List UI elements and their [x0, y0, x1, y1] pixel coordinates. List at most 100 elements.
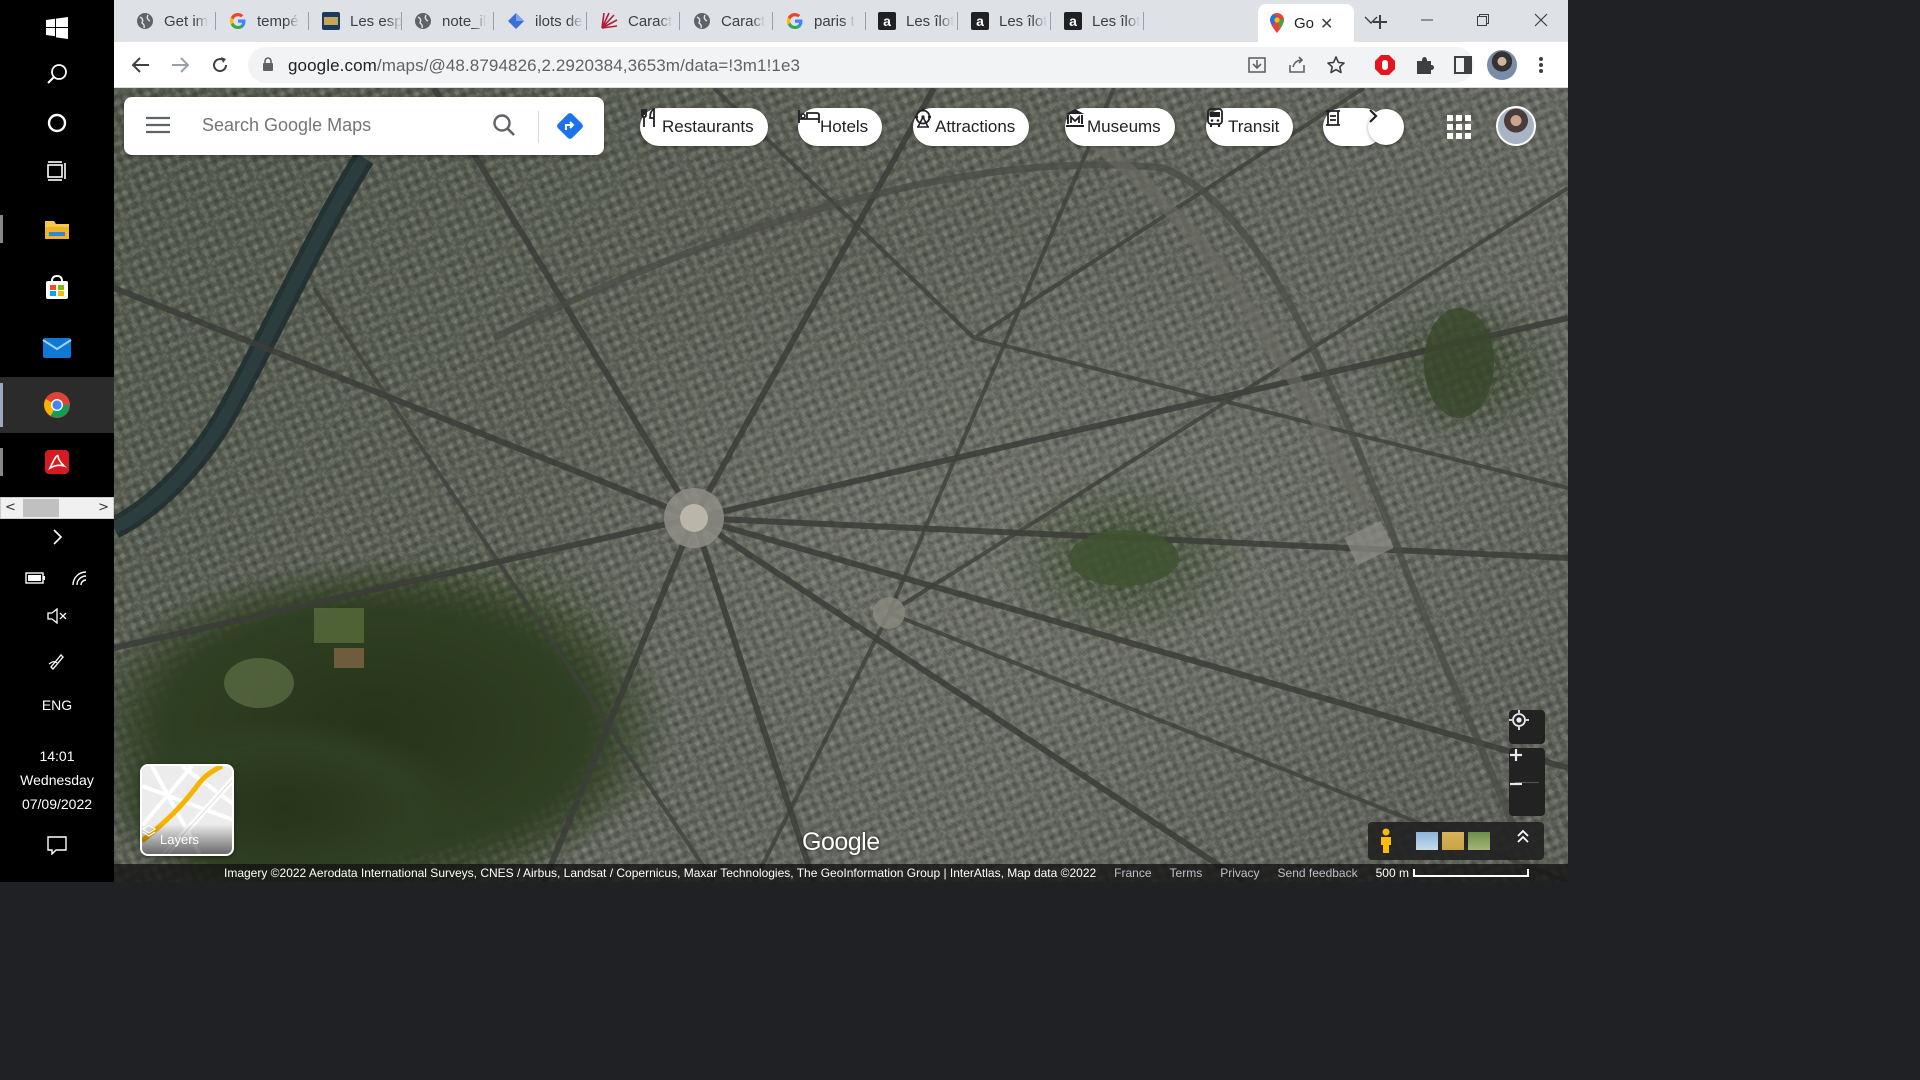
terms-link[interactable]: Terms — [1170, 866, 1203, 880]
acrobat-icon[interactable] — [0, 434, 114, 490]
browser-tab[interactable]: Get im — [126, 6, 216, 36]
map-canvas[interactable]: Restaurants Hotels Attractions Museums Trans… — [114, 88, 1568, 882]
chip-label: Restaurants — [662, 117, 754, 136]
chip-hotels[interactable]: Hotels — [798, 108, 883, 146]
browser-tab[interactable]: tempé — [219, 6, 309, 36]
google-apps-icon[interactable] — [1444, 112, 1474, 142]
chip-museums[interactable]: Museums — [1065, 108, 1175, 146]
tab-title: Les îlot — [1092, 12, 1141, 30]
browser-tab[interactable]: a Les îlot — [961, 6, 1051, 36]
mail-icon[interactable] — [0, 319, 114, 375]
c21-icon — [322, 12, 340, 30]
clock[interactable]: 14:01 Wednesday 07/09/2022 — [0, 744, 114, 816]
imagery-thumbnail[interactable] — [1442, 832, 1464, 850]
task-view-icon[interactable] — [0, 143, 114, 199]
lock-icon[interactable] — [262, 57, 274, 77]
close-tab-icon[interactable]: ✕ — [1320, 14, 1333, 33]
zoom-in-button[interactable] — [1509, 748, 1545, 782]
tab-title: Les îlot — [999, 12, 1048, 30]
close-window-icon[interactable] — [1518, 6, 1564, 34]
tab-title: Get im — [164, 12, 209, 30]
browser-tab[interactable]: a Les îlot — [1054, 6, 1144, 36]
scale-line — [1412, 869, 1529, 877]
minimize-icon[interactable] — [1404, 6, 1450, 34]
clock-date: 07/09/2022 — [21, 796, 93, 812]
browser-tab[interactable]: Caract — [590, 6, 680, 36]
profile-avatar[interactable] — [1487, 50, 1517, 80]
bookmark-star-icon[interactable] — [1325, 54, 1347, 76]
chrome-icon[interactable] — [0, 377, 114, 433]
taskbar-scrollbar[interactable]: < > — [0, 497, 114, 519]
browser-tab[interactable]: ilots de — [497, 6, 587, 36]
scale-bar[interactable]: 500 m — [1376, 866, 1529, 880]
adblock-extension-icon[interactable] — [1372, 52, 1398, 78]
clock-time: 14:01 — [39, 748, 75, 764]
zoom-out-button[interactable] — [1509, 782, 1545, 816]
url-text[interactable]: google.com/maps/@48.8794826,2.2920384,36… — [288, 56, 800, 76]
tab-title: Caract — [628, 12, 673, 30]
back-button[interactable] — [126, 50, 156, 80]
browser-tab[interactable]: paris t — [776, 6, 866, 36]
restore-icon[interactable] — [1460, 6, 1506, 34]
account-avatar[interactable] — [1496, 106, 1536, 146]
chrome-menu-icon[interactable] — [1528, 52, 1554, 78]
svg-text:a: a — [883, 13, 891, 29]
send-feedback-link[interactable]: Send feedback — [1278, 866, 1358, 880]
side-panel-icon[interactable] — [1450, 52, 1476, 78]
reload-button[interactable] — [205, 50, 235, 80]
scrollbar-thumb[interactable] — [23, 499, 59, 517]
wifi-icon[interactable] — [71, 570, 89, 590]
imagery-thumbnails[interactable] — [1416, 832, 1490, 850]
install-app-icon[interactable] — [1246, 54, 1268, 76]
browser-tab[interactable]: Les esp — [312, 6, 402, 36]
browser-tab[interactable]: Caract — [683, 6, 773, 36]
tab-strip: Get im tempé Les esp note_il ilots de Caract C… — [114, 0, 1568, 42]
browser-tab[interactable]: note_il — [404, 6, 494, 36]
privacy-link[interactable]: Privacy — [1220, 866, 1259, 880]
chip-transit[interactable]: Transit — [1206, 108, 1294, 146]
pen-icon[interactable] — [0, 652, 114, 670]
tab-separator — [586, 12, 587, 30]
more-chips-button[interactable] — [1368, 109, 1404, 145]
tab-title: Go — [1294, 14, 1315, 32]
microsoft-store-icon[interactable] — [0, 260, 114, 316]
google-logo: Google — [802, 828, 880, 856]
chip-restaurants[interactable]: Restaurants — [640, 108, 768, 146]
imagery-thumbnail[interactable] — [1468, 832, 1490, 850]
chevron-right-icon[interactable] — [0, 528, 114, 546]
notifications-icon[interactable] — [0, 835, 114, 855]
browser-tab[interactable]: a Les îlot — [868, 6, 958, 36]
chip-attractions[interactable]: Attractions — [913, 108, 1030, 146]
tab-title: Les îlot — [906, 12, 955, 30]
scroll-left-icon[interactable]: < — [5, 500, 16, 515]
forward-button[interactable] — [165, 50, 195, 80]
my-location-button[interactable] — [1509, 710, 1545, 744]
country-link[interactable]: France — [1114, 866, 1151, 880]
battery-icon[interactable] — [25, 570, 47, 590]
clock-day: Wednesday — [20, 772, 94, 788]
mute-icon[interactable] — [0, 608, 114, 624]
tab-search-icon[interactable] — [1348, 6, 1394, 34]
address-bar[interactable]: google.com/maps/@48.8794826,2.2920384,36… — [248, 47, 1474, 83]
maps-pin-icon — [1270, 13, 1284, 33]
globe-icon — [414, 12, 432, 30]
globe-icon — [693, 12, 711, 30]
tab-separator — [493, 12, 494, 30]
imagery-credits: Imagery ©2022 Aerodata International Sur… — [224, 866, 1097, 880]
browser-toolbar: google.com/maps/@48.8794826,2.2920384,36… — [114, 42, 1568, 88]
crosshair-icon — [1509, 710, 1529, 730]
tab-separator — [1143, 12, 1144, 30]
scroll-right-icon[interactable]: > — [98, 500, 109, 515]
a-icon: a — [878, 12, 896, 30]
search-input[interactable] — [202, 115, 482, 136]
share-icon[interactable] — [1286, 54, 1308, 76]
file-explorer-icon[interactable] — [0, 201, 114, 257]
globe-icon — [136, 12, 154, 30]
imagery-thumbnail[interactable] — [1416, 832, 1438, 850]
layers-button[interactable]: Layers — [140, 764, 234, 856]
tab-active-google-maps[interactable]: Go ✕ — [1258, 4, 1354, 42]
url-path: /maps/@48.8794826,2.2920384,3653m/data=!… — [376, 56, 801, 75]
search-icon[interactable] — [0, 46, 114, 102]
language-indicator[interactable]: ENG — [0, 697, 114, 713]
extensions-icon[interactable] — [1411, 52, 1437, 78]
